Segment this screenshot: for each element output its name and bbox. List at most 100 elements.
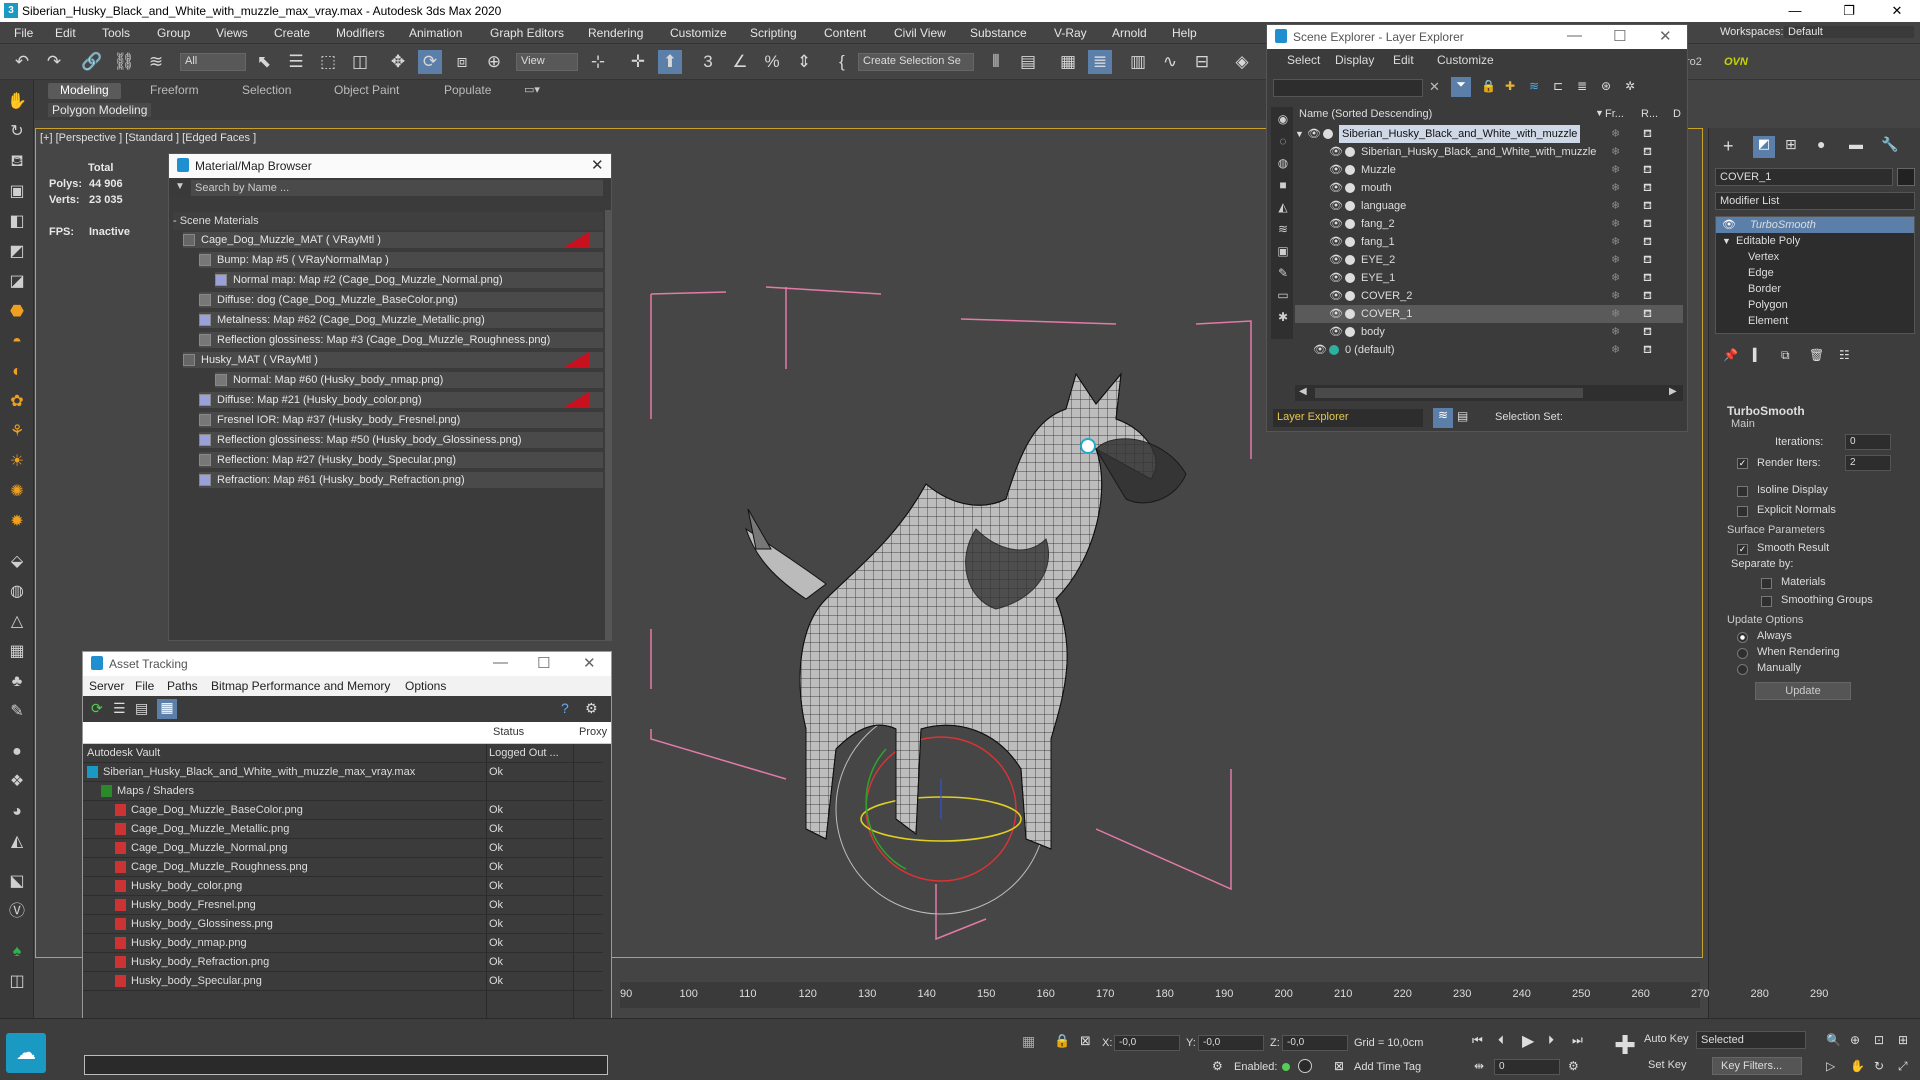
smoothing-groups-checkbox[interactable] [1761,594,1778,608]
layers-toggle-icon[interactable]: ≋ [1433,408,1453,428]
menu-vray[interactable]: V-Ray [1054,26,1087,40]
maximize-icon[interactable]: ☐ [1613,27,1626,45]
scroll-left-icon[interactable]: ◀ [1299,386,1307,397]
undo-icon[interactable]: ↶ [10,50,34,74]
curve-editor-icon[interactable]: ∿ [1158,50,1182,74]
material-list-item[interactable]: Normal: Map #60 (Husky_body_nmap.png) [215,372,603,389]
scene-tree-item[interactable]: 👁 0 (default) ❄ ⛾ [1295,341,1683,359]
menu-edit[interactable]: Edit [55,26,76,40]
menu-group[interactable]: Group [157,26,190,40]
helper-icon[interactable]: ◪ [5,270,29,294]
chat-icon[interactable]: ◭ [5,830,29,854]
grid-icon[interactable]: ▦ [5,640,29,664]
layers-icon[interactable]: ≋ [1529,79,1539,93]
material-editor-icon[interactable]: ◈ [1230,50,1254,74]
se-menu-display[interactable]: Display [1335,53,1374,67]
eye-icon[interactable]: 👁 [1329,143,1343,161]
thumbnail-view-icon[interactable]: ▤ [135,700,148,717]
tab-freeform[interactable]: Freeform [150,83,199,99]
light-icon[interactable]: ◧ [5,210,29,234]
menu-scripting[interactable]: Scripting [750,26,797,40]
asset-table-row[interactable]: Maps / Shaders [87,782,687,800]
paint-icon[interactable]: ✎ [5,700,29,724]
se-menu-edit[interactable]: Edit [1393,53,1414,67]
menu-help[interactable]: Help [1172,26,1197,40]
material-list-item[interactable]: Diffuse: Map #21 (Husky_body_color.png) [199,392,603,409]
enabled-dot[interactable] [1282,1063,1290,1071]
modifier-stack-item[interactable]: ▼ Editable Poly [1716,233,1914,249]
materials-checkbox[interactable] [1761,576,1778,590]
ribbon-toggle-icon[interactable]: ▥ [1126,50,1150,74]
box-icon[interactable]: ⬙ [5,550,29,574]
asset-menu-server[interactable]: Server [89,679,124,693]
close-icon[interactable]: ✕ [1659,27,1672,45]
hand-icon[interactable]: ✋ [5,90,29,114]
eye-icon[interactable]: 👁 [1329,179,1343,197]
when-rendering-radio[interactable] [1737,646,1754,660]
renderable-icon[interactable]: ⛾ [1643,323,1652,341]
systems-icon[interactable]: ◓ [5,330,29,354]
tab-modeling[interactable]: Modeling [48,83,121,99]
renderable-icon[interactable]: ⛾ [1643,125,1652,143]
ribbon-options-icon[interactable]: ▭▾ [524,83,540,96]
se-col-render[interactable]: R... [1641,108,1658,120]
asset-table-row[interactable]: Cage_Dog_Muzzle_Metallic.png Ok [87,820,687,838]
explicit-normals-checkbox[interactable] [1737,504,1754,518]
modifier-stack-item[interactable]: Border [1716,281,1914,297]
reference-coord-select[interactable]: View [516,53,578,71]
col-header-status[interactable]: Status [493,726,524,738]
asset-table-row[interactable]: Husky_body_color.png Ok [87,877,687,895]
renderable-icon[interactable]: ⛾ [1643,269,1652,287]
menu-rendering[interactable]: Rendering [588,26,643,40]
asset-table-row[interactable]: Husky_body_nmap.png Ok [87,934,687,952]
link-icon[interactable]: 🔗 [80,50,104,74]
eye-icon[interactable]: 👁 [1329,305,1343,323]
scene-tree-item[interactable]: ▼ 👁 Siberian_Husky_Black_and_White_with_mu… [1295,125,1683,143]
menu-substance[interactable]: Substance [970,26,1027,40]
se-geometry-icon[interactable]: ◉ [1271,107,1295,131]
render-icon[interactable]: ◩ [5,240,29,264]
percent-snap-icon[interactable]: % [760,50,784,74]
freeze-icon[interactable]: ❄ [1611,161,1620,179]
schematic-view-icon[interactable]: ⊟ [1190,50,1214,74]
expand-icon[interactable]: ▼ [1295,125,1304,143]
menu-civil-view[interactable]: Civil View [894,26,946,40]
select-object-icon[interactable]: ⬉ [252,50,276,74]
select-manipulate-icon[interactable]: ✛ [626,50,650,74]
remove-modifier-icon[interactable]: 🗑 [1809,348,1824,362]
scene-tree-item[interactable]: 👁 fang_1 ❄ ⛾ [1295,233,1683,251]
manually-radio[interactable] [1737,662,1754,676]
tab-object-paint[interactable]: Object Paint [334,83,399,99]
settings-icon[interactable]: ⚙ [585,700,598,717]
menu-arnold[interactable]: Arnold [1112,26,1147,40]
scene-tree-item[interactable]: 👁 mouth ❄ ⛾ [1295,179,1683,197]
material-list-item[interactable]: Reflection glossiness: Map #3 (Cage_Dog_… [199,332,603,349]
material-browser-header[interactable]: Material/Map Browser ✕ [169,154,611,178]
scale-icon[interactable]: ⧈ [450,50,474,74]
orbit-view-icon[interactable]: ↻ [1874,1059,1884,1073]
smooth-result-checkbox[interactable]: ✓ [1737,542,1754,556]
modify-tab-icon[interactable]: ◩ [1753,136,1775,158]
asset-table-row[interactable]: Siberian_Husky_Black_and_White_with_muzz… [87,763,687,781]
freeze-icon[interactable]: ❄ [1611,251,1620,269]
render-iters-checkbox[interactable]: ✓ [1737,456,1754,470]
menu-animation[interactable]: Animation [409,26,462,40]
snaps-toggle-icon[interactable]: 3 [696,50,720,74]
zoom-icon[interactable]: 🔍 [1826,1033,1841,1047]
key-filters-button[interactable]: Key Filters... [1712,1057,1802,1075]
freeze-icon[interactable]: ❄ [1611,305,1620,323]
x-field[interactable]: -0,0 [1114,1035,1180,1051]
tab-selection[interactable]: Selection [242,83,291,99]
rect-region-icon[interactable]: ⬚ [316,50,340,74]
asset-table-row[interactable]: Husky_body_Fresnel.png Ok [87,896,687,914]
tyflow-icon[interactable]: ◕ [5,800,29,824]
isolate-icon[interactable]: ▦ [1022,1033,1035,1050]
eye-icon[interactable]: 👁 [1307,125,1321,143]
zoom-all-icon[interactable]: ⊕ [1850,1033,1860,1047]
eye-icon[interactable]: 👁 [1329,197,1343,215]
asset-table-row[interactable]: Cage_Dog_Muzzle_Normal.png Ok [87,839,687,857]
key-filter-select[interactable]: Selected [1696,1031,1806,1049]
scroll-thumb[interactable] [1315,388,1583,398]
teapot-icon[interactable]: ⛾ [5,150,29,174]
material-list-item[interactable]: Normal map: Map #2 (Cage_Dog_Muzzle_Norm… [215,272,603,289]
